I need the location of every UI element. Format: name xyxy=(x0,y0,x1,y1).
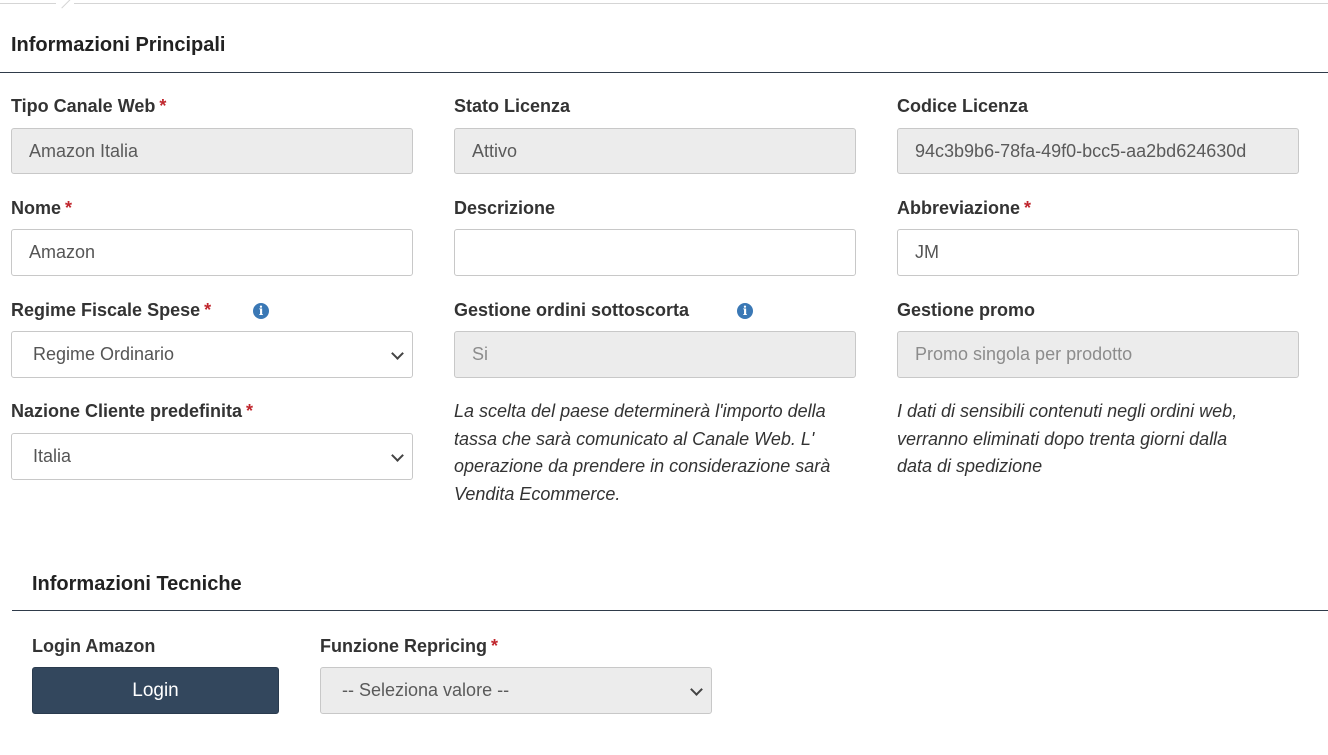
label-tipo-canale: Tipo Canale Web * xyxy=(11,96,167,116)
label-abbreviazione: Abbreviazione * xyxy=(897,198,1032,218)
note-line: verranno eliminati dopo trenta giorni da… xyxy=(897,428,1228,449)
required-mark: * xyxy=(491,636,499,656)
login-button[interactable]: Login xyxy=(32,667,279,714)
label-nome: Nome * xyxy=(11,198,73,218)
funzione-repricing-select[interactable]: -- Seleziona valore -- xyxy=(320,667,712,714)
note-line: operazione da prendere in considerazione… xyxy=(454,456,831,476)
tab-pointer xyxy=(53,0,71,9)
label-gestione-promo: Gestione promo xyxy=(897,300,1036,320)
label-regime-fiscale: Regime Fiscale Spese * xyxy=(11,300,212,320)
note-dati-sensibili: I dati di sensibili contenuti negli ordi… xyxy=(897,398,1317,481)
required-mark: * xyxy=(65,198,73,218)
label-login-amazon: Login Amazon xyxy=(32,636,156,656)
funzione-repricing-value: -- Seleziona valore -- xyxy=(342,680,510,700)
required-mark: * xyxy=(159,96,167,116)
info-icon[interactable]: i xyxy=(253,303,269,319)
note-line: Vendita Ecommerce. xyxy=(454,483,621,504)
abbreviazione-field[interactable]: JM xyxy=(897,229,1299,276)
regime-fiscale-select[interactable]: Regime Ordinario xyxy=(11,331,413,378)
required-mark: * xyxy=(1024,198,1032,218)
nome-field[interactable]: Amazon xyxy=(11,229,413,276)
note-line: data di spedizione xyxy=(897,456,1043,476)
section-divider-main xyxy=(0,72,1328,73)
chevron-down-icon xyxy=(391,449,404,462)
regime-fiscale-value: Regime Ordinario xyxy=(33,344,175,364)
label-gestione-sottoscorta: Gestione ordini sottoscorta xyxy=(454,300,690,320)
label-codice-licenza: Codice Licenza xyxy=(897,96,1029,116)
chevron-down-icon xyxy=(391,347,404,360)
section-title-tech: Informazioni Tecniche xyxy=(32,573,242,595)
required-mark: * xyxy=(246,401,254,421)
tab-border-right xyxy=(74,0,1328,4)
descrizione-field[interactable] xyxy=(454,229,856,276)
gestione-sottoscorta-field[interactable]: Si xyxy=(454,331,856,378)
tab-strip xyxy=(0,0,1328,9)
tab-border-left xyxy=(0,0,56,4)
nazione-cliente-value: Italia xyxy=(33,446,72,466)
codice-licenza-field[interactable]: 94c3b9b6-78fa-49f0-bcc5-aa2bd624630d xyxy=(897,128,1299,174)
note-line: La scelta del paese determinerà l'import… xyxy=(454,401,826,421)
stato-licenza-field[interactable]: Attivo xyxy=(454,128,856,174)
label-descrizione: Descrizione xyxy=(454,198,556,218)
section-divider-tech xyxy=(12,610,1328,611)
info-icon[interactable]: i xyxy=(737,303,753,319)
note-tassa: La scelta del paese determinerà l'import… xyxy=(454,398,874,508)
label-stato-licenza: Stato Licenza xyxy=(454,96,571,116)
section-title-main: Informazioni Principali xyxy=(11,34,226,56)
label-nazione-cliente: Nazione Cliente predefinita * xyxy=(11,401,254,421)
label-funzione-repricing: Funzione Repricing * xyxy=(320,636,499,656)
nazione-cliente-select[interactable]: Italia xyxy=(11,433,413,480)
note-line: I dati di sensibili contenuti negli ordi… xyxy=(897,401,1238,421)
note-line: tassa che sarà comunicato al Canale Web.… xyxy=(454,428,815,449)
tipo-canale-field[interactable]: Amazon Italia xyxy=(11,128,413,174)
required-mark: * xyxy=(204,300,212,320)
chevron-down-icon xyxy=(690,683,703,696)
gestione-promo-field[interactable]: Promo singola per prodotto xyxy=(897,331,1299,378)
